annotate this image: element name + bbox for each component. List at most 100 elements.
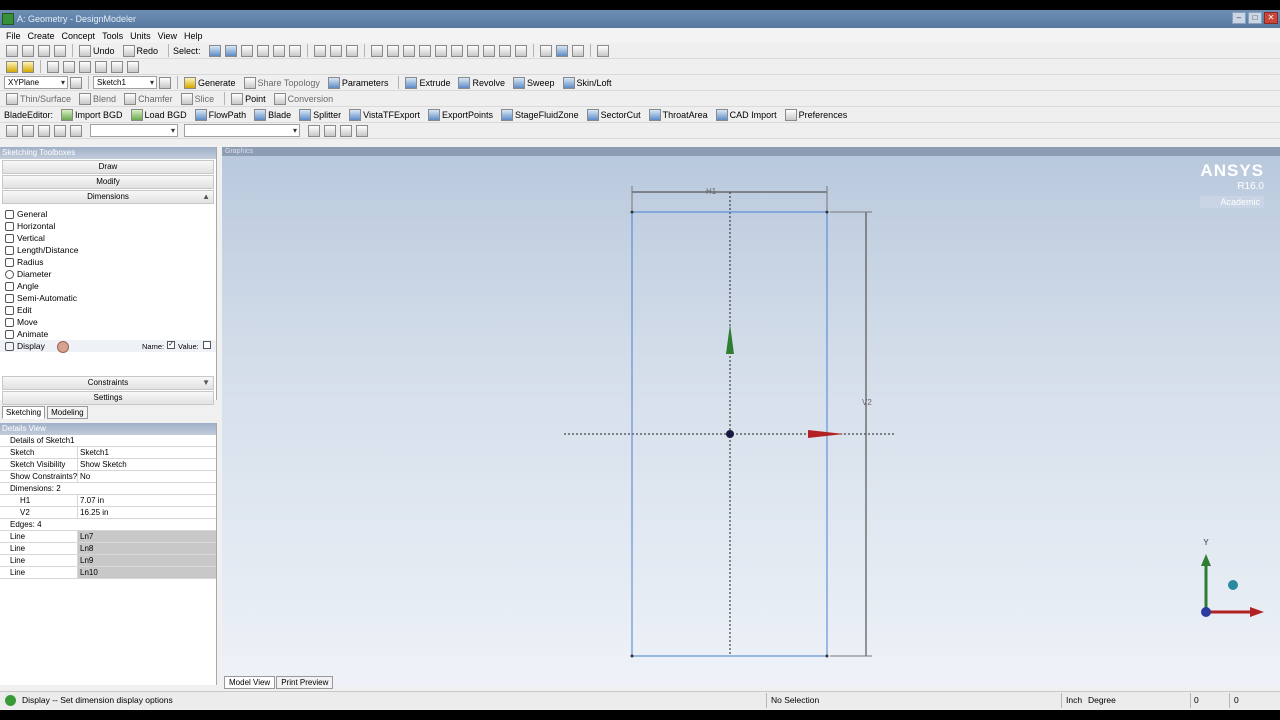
sketch-tool-icon[interactable] [38, 124, 50, 137]
revolve-icon[interactable] [458, 76, 471, 89]
tool-horizontal[interactable]: Horizontal [0, 220, 216, 232]
style-select[interactable] [184, 124, 300, 137]
sketch-vertex[interactable] [825, 210, 829, 214]
sweep-button[interactable]: Sweep [527, 78, 555, 88]
select-edges-icon[interactable] [256, 44, 269, 57]
sketch-vertex[interactable] [630, 210, 634, 214]
extrude-icon[interactable] [405, 76, 418, 89]
tool-general[interactable]: General [0, 208, 216, 220]
details-row[interactable]: Sketch Visibility Show Sketch [0, 459, 216, 471]
conversion-button[interactable]: Conversion [288, 94, 334, 104]
point-button[interactable]: Point [245, 94, 266, 104]
comment-icon[interactable] [308, 124, 320, 137]
tab-modeling[interactable]: Modeling [47, 406, 88, 419]
blade-button[interactable]: Blade [268, 110, 291, 120]
new-icon[interactable] [6, 44, 18, 57]
display-name-checkbox[interactable]: ✓ [167, 341, 175, 349]
extrude-button[interactable]: Extrude [419, 78, 450, 88]
modify-section[interactable]: Modify [2, 175, 214, 189]
draw-section[interactable]: Draw [2, 160, 214, 174]
parameters-button[interactable]: Parameters [342, 78, 389, 88]
layer-select[interactable] [90, 124, 178, 137]
tool-length-distance[interactable]: Length/Distance [0, 244, 216, 256]
minimize-button[interactable]: – [1232, 12, 1246, 24]
sketch-origin[interactable] [726, 430, 734, 438]
details-row[interactable]: Show Constraints? No [0, 471, 216, 483]
screenshot-icon[interactable] [54, 44, 66, 57]
details-value[interactable]: Show Sketch [78, 459, 216, 470]
pan-icon[interactable] [386, 44, 399, 57]
thin-surface-icon[interactable] [6, 92, 18, 105]
tool-diameter[interactable]: Diameter [0, 268, 216, 280]
details-row[interactable]: Sketch Sketch1 [0, 447, 216, 459]
menu-units[interactable]: Units [130, 31, 151, 41]
sketch-select[interactable]: Sketch1 [93, 76, 157, 89]
box-select-icon[interactable] [329, 44, 342, 57]
display-value-checkbox[interactable] [203, 341, 211, 349]
triad-icon[interactable] [539, 44, 552, 57]
sketch-tool-icon[interactable] [22, 124, 34, 137]
collapse-icon[interactable]: ▲ [202, 191, 210, 203]
select-bodies-icon[interactable] [288, 44, 301, 57]
menu-help[interactable]: Help [184, 31, 203, 41]
graphics-viewport[interactable]: Graphics ANSYS R16.0 Academic H1 V2 Y [222, 147, 1280, 687]
comment-icon[interactable] [324, 124, 336, 137]
display-mode-icon[interactable] [555, 44, 568, 57]
generate-icon[interactable] [184, 76, 196, 89]
sector-cut-button[interactable]: SectorCut [601, 110, 641, 120]
select-filter-icon[interactable] [224, 44, 237, 57]
edge-color-icon[interactable] [22, 60, 34, 73]
undo-icon[interactable] [79, 44, 91, 57]
export-points-button[interactable]: ExportPoints [442, 110, 493, 120]
rotate-icon[interactable] [370, 44, 383, 57]
edge-row[interactable]: Line Ln7 [0, 531, 216, 543]
flowpath-icon[interactable] [194, 108, 207, 121]
skinloft-icon[interactable] [562, 76, 575, 89]
dimension-row[interactable]: H1 7.07 in [0, 495, 216, 507]
hide-icon[interactable] [345, 44, 358, 57]
vistatf-export-button[interactable]: VistaTFExport [363, 110, 420, 120]
sketch-tool-icon[interactable] [54, 124, 66, 137]
sketch-vertex[interactable] [630, 654, 634, 658]
blade-icon[interactable] [254, 108, 267, 121]
dimensions-group[interactable]: Dimensions: 2 [0, 483, 216, 495]
edge-direction-icon[interactable] [111, 60, 123, 73]
maximize-button[interactable]: □ [1248, 12, 1262, 24]
magnifier-icon[interactable] [450, 44, 463, 57]
menu-view[interactable]: View [158, 31, 177, 41]
dimension-value[interactable]: 16.25 in [78, 507, 216, 518]
load-bgd-button[interactable]: Load BGD [145, 110, 187, 120]
parameters-icon[interactable] [327, 76, 340, 89]
dimensions-section[interactable]: Dimensions ▲ [2, 190, 214, 204]
throat-area-button[interactable]: ThroatArea [663, 110, 708, 120]
import-bgd-icon[interactable] [61, 108, 74, 121]
skinloft-button[interactable]: Skin/Loft [577, 78, 612, 88]
blend-button[interactable]: Blend [93, 94, 116, 104]
color-icon[interactable] [6, 60, 18, 73]
length-units[interactable]: Inch [1066, 695, 1082, 705]
conversion-icon[interactable] [273, 92, 286, 105]
select-points-icon[interactable] [240, 44, 253, 57]
line-style-icon[interactable] [47, 60, 59, 73]
zoom-fit-icon[interactable] [434, 44, 447, 57]
edge-row[interactable]: Line Ln8 [0, 543, 216, 555]
plane-select[interactable]: XYPlane [4, 76, 68, 89]
share-topology-icon[interactable] [243, 76, 256, 89]
vertex-icon[interactable] [79, 60, 91, 73]
close-button[interactable]: ✕ [1264, 12, 1278, 24]
splitter-button[interactable]: Splitter [313, 110, 341, 120]
tool-display[interactable]: Display Name: ✓ Value: [0, 340, 216, 352]
edge-row[interactable]: Line Ln10 [0, 567, 216, 579]
tab-print-preview[interactable]: Print Preview [276, 676, 334, 689]
menu-concept[interactable]: Concept [62, 31, 96, 41]
sweep-icon[interactable] [513, 76, 525, 89]
tab-sketching[interactable]: Sketching [2, 406, 46, 419]
triad-x-arrow[interactable] [1250, 607, 1264, 617]
slice-icon[interactable] [180, 92, 193, 105]
redo-button[interactable]: Redo [137, 46, 159, 56]
chamfer-button[interactable]: Chamfer [138, 94, 173, 104]
v2-dimension-label[interactable]: V2 [862, 398, 872, 407]
tool-angle[interactable]: Angle [0, 280, 216, 292]
undo-button[interactable]: Undo [93, 46, 115, 56]
marker-icon[interactable] [127, 60, 139, 73]
